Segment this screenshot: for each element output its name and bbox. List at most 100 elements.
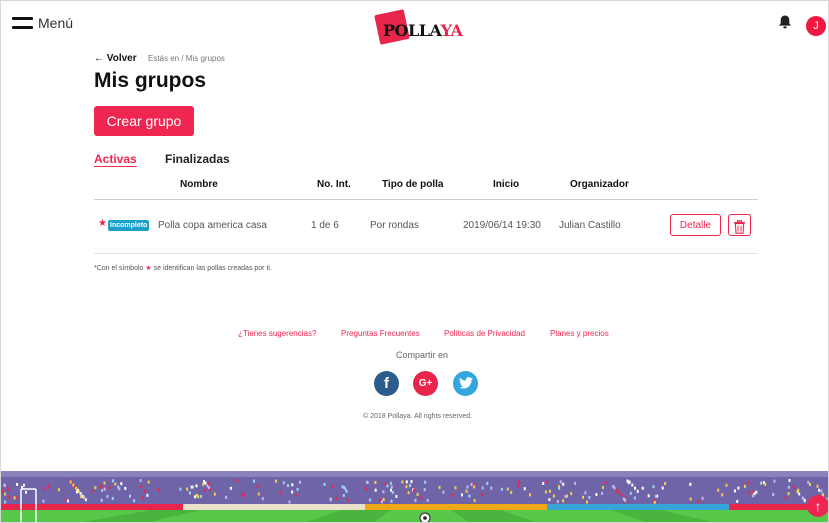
crowd-dot [548,498,551,502]
cell-organizador: Julian Castillo [559,220,621,231]
crowd-dot [195,484,198,488]
crowd-dot [601,491,604,495]
crowd-dot [80,495,82,499]
crowd-dot [390,485,393,489]
crowd-dot [42,499,45,503]
crowd-dot [652,485,655,489]
crowd-dot [194,495,196,499]
crowd-dot [75,486,78,490]
crowd-dot [419,496,422,500]
menu-label: Menú [38,15,74,31]
crowd-dot [481,486,484,490]
crowd-dot [83,496,86,500]
crowd-dot [764,482,767,486]
crowd-dot [748,491,751,495]
crowd-dot [295,493,298,497]
crowd-dot [481,493,484,497]
crowd-dot [57,488,60,492]
twitter-bird-glyph [458,377,473,389]
crowd-dot [25,490,27,494]
pollaya-logo[interactable]: POLLAYA [374,9,472,45]
crowd-dot [627,481,630,485]
avatar[interactable]: J [806,16,826,36]
crowd-dot [369,498,372,502]
logo-text-polla: POLLA [383,21,441,40]
cell-tipo: Por rondas [370,220,419,231]
column-header-tipo: Tipo de polla [382,179,444,190]
crowd-dot [288,500,291,504]
crowd-dot [601,486,604,489]
table-row-divider [94,253,758,254]
delete-button[interactable] [728,214,751,236]
crowd-dot [423,488,426,492]
detail-button[interactable]: Detalle [670,214,721,236]
crowd-dot [510,490,513,494]
tab-finalizadas[interactable]: Finalizadas [165,152,230,166]
crowd-dot [405,480,408,484]
crowd-dot [725,483,728,487]
crowd-dot [139,485,142,489]
crowd-dot [506,487,509,491]
crowd-dot [451,493,454,497]
share-label: Compartir en [396,350,449,360]
crowd-dot [737,486,740,490]
twitter-icon[interactable] [453,371,478,396]
crowd-dot [103,487,106,491]
crowd-dot [179,487,182,491]
crowd-dot [133,499,136,503]
crowd-dot [634,486,636,490]
crowd-dot [374,488,377,492]
footer-link-privacidad[interactable]: Políticas de Privacidad [444,329,525,338]
crowd-dot [413,488,415,492]
column-header-no-int: No. Int. [317,179,351,190]
tab-activas[interactable]: Activas [94,152,137,166]
footer-link-faq[interactable]: Preguntas Frecuentes [341,329,420,338]
crowd-dot [346,498,349,502]
crowd-dot [465,489,468,493]
crowd-dot [77,489,80,493]
crowd-dot [546,480,548,484]
google-plus-icon[interactable]: G+ [413,371,438,396]
crowd-dot [366,480,368,484]
crowd-dot [208,485,210,489]
crowd-dot [335,497,338,501]
crowd-dot [331,485,333,488]
crowd-dot [114,482,117,486]
crowd-dot [438,485,441,489]
create-group-button[interactable]: Crear grupo [94,106,194,136]
crowd-dot [617,490,620,494]
crowd-dot [229,486,232,490]
back-link[interactable]: ← Volver [94,53,137,64]
trash-icon [734,219,745,234]
column-header-nombre: Nombre [180,179,218,190]
crowd-dot [424,480,427,484]
crowd-dot [414,498,417,502]
crowd-dot [588,496,591,499]
footer-link-planes[interactable]: Planes y precios [550,329,609,338]
crowd-dot [186,487,189,491]
crowd-dot [461,493,463,497]
crowd-dot [253,479,255,483]
footer-link-sugerencias[interactable]: ¿Tienes sugerencias? [238,329,316,338]
facebook-icon[interactable]: f [374,371,399,396]
menu-button[interactable]: Menú [12,15,73,31]
crowd-dot [410,480,413,484]
app-window: Menú POLLAYA J ← Volver Estás en / Mis g… [0,0,829,523]
scroll-to-top-button[interactable]: ↑ [807,495,828,517]
crowd-dot [8,495,10,499]
crowd-dot [3,484,6,487]
column-header-organizador: Organizador [570,179,629,190]
crowd-dot [69,480,72,484]
bell-icon[interactable] [777,14,793,30]
crowd-dot [390,499,393,503]
crowd-dot [772,493,775,496]
legend-note: *Con el símbolo ★ se identifican las pol… [94,264,272,272]
crowd-dot [365,487,368,491]
crowd-dot [100,485,103,489]
crowd-dot [792,486,795,490]
crowd-dot [67,499,69,503]
crowd-dot [225,495,228,499]
crowd-dot [486,481,489,485]
crowd-dot [733,489,736,493]
crowd-dot [395,495,398,498]
